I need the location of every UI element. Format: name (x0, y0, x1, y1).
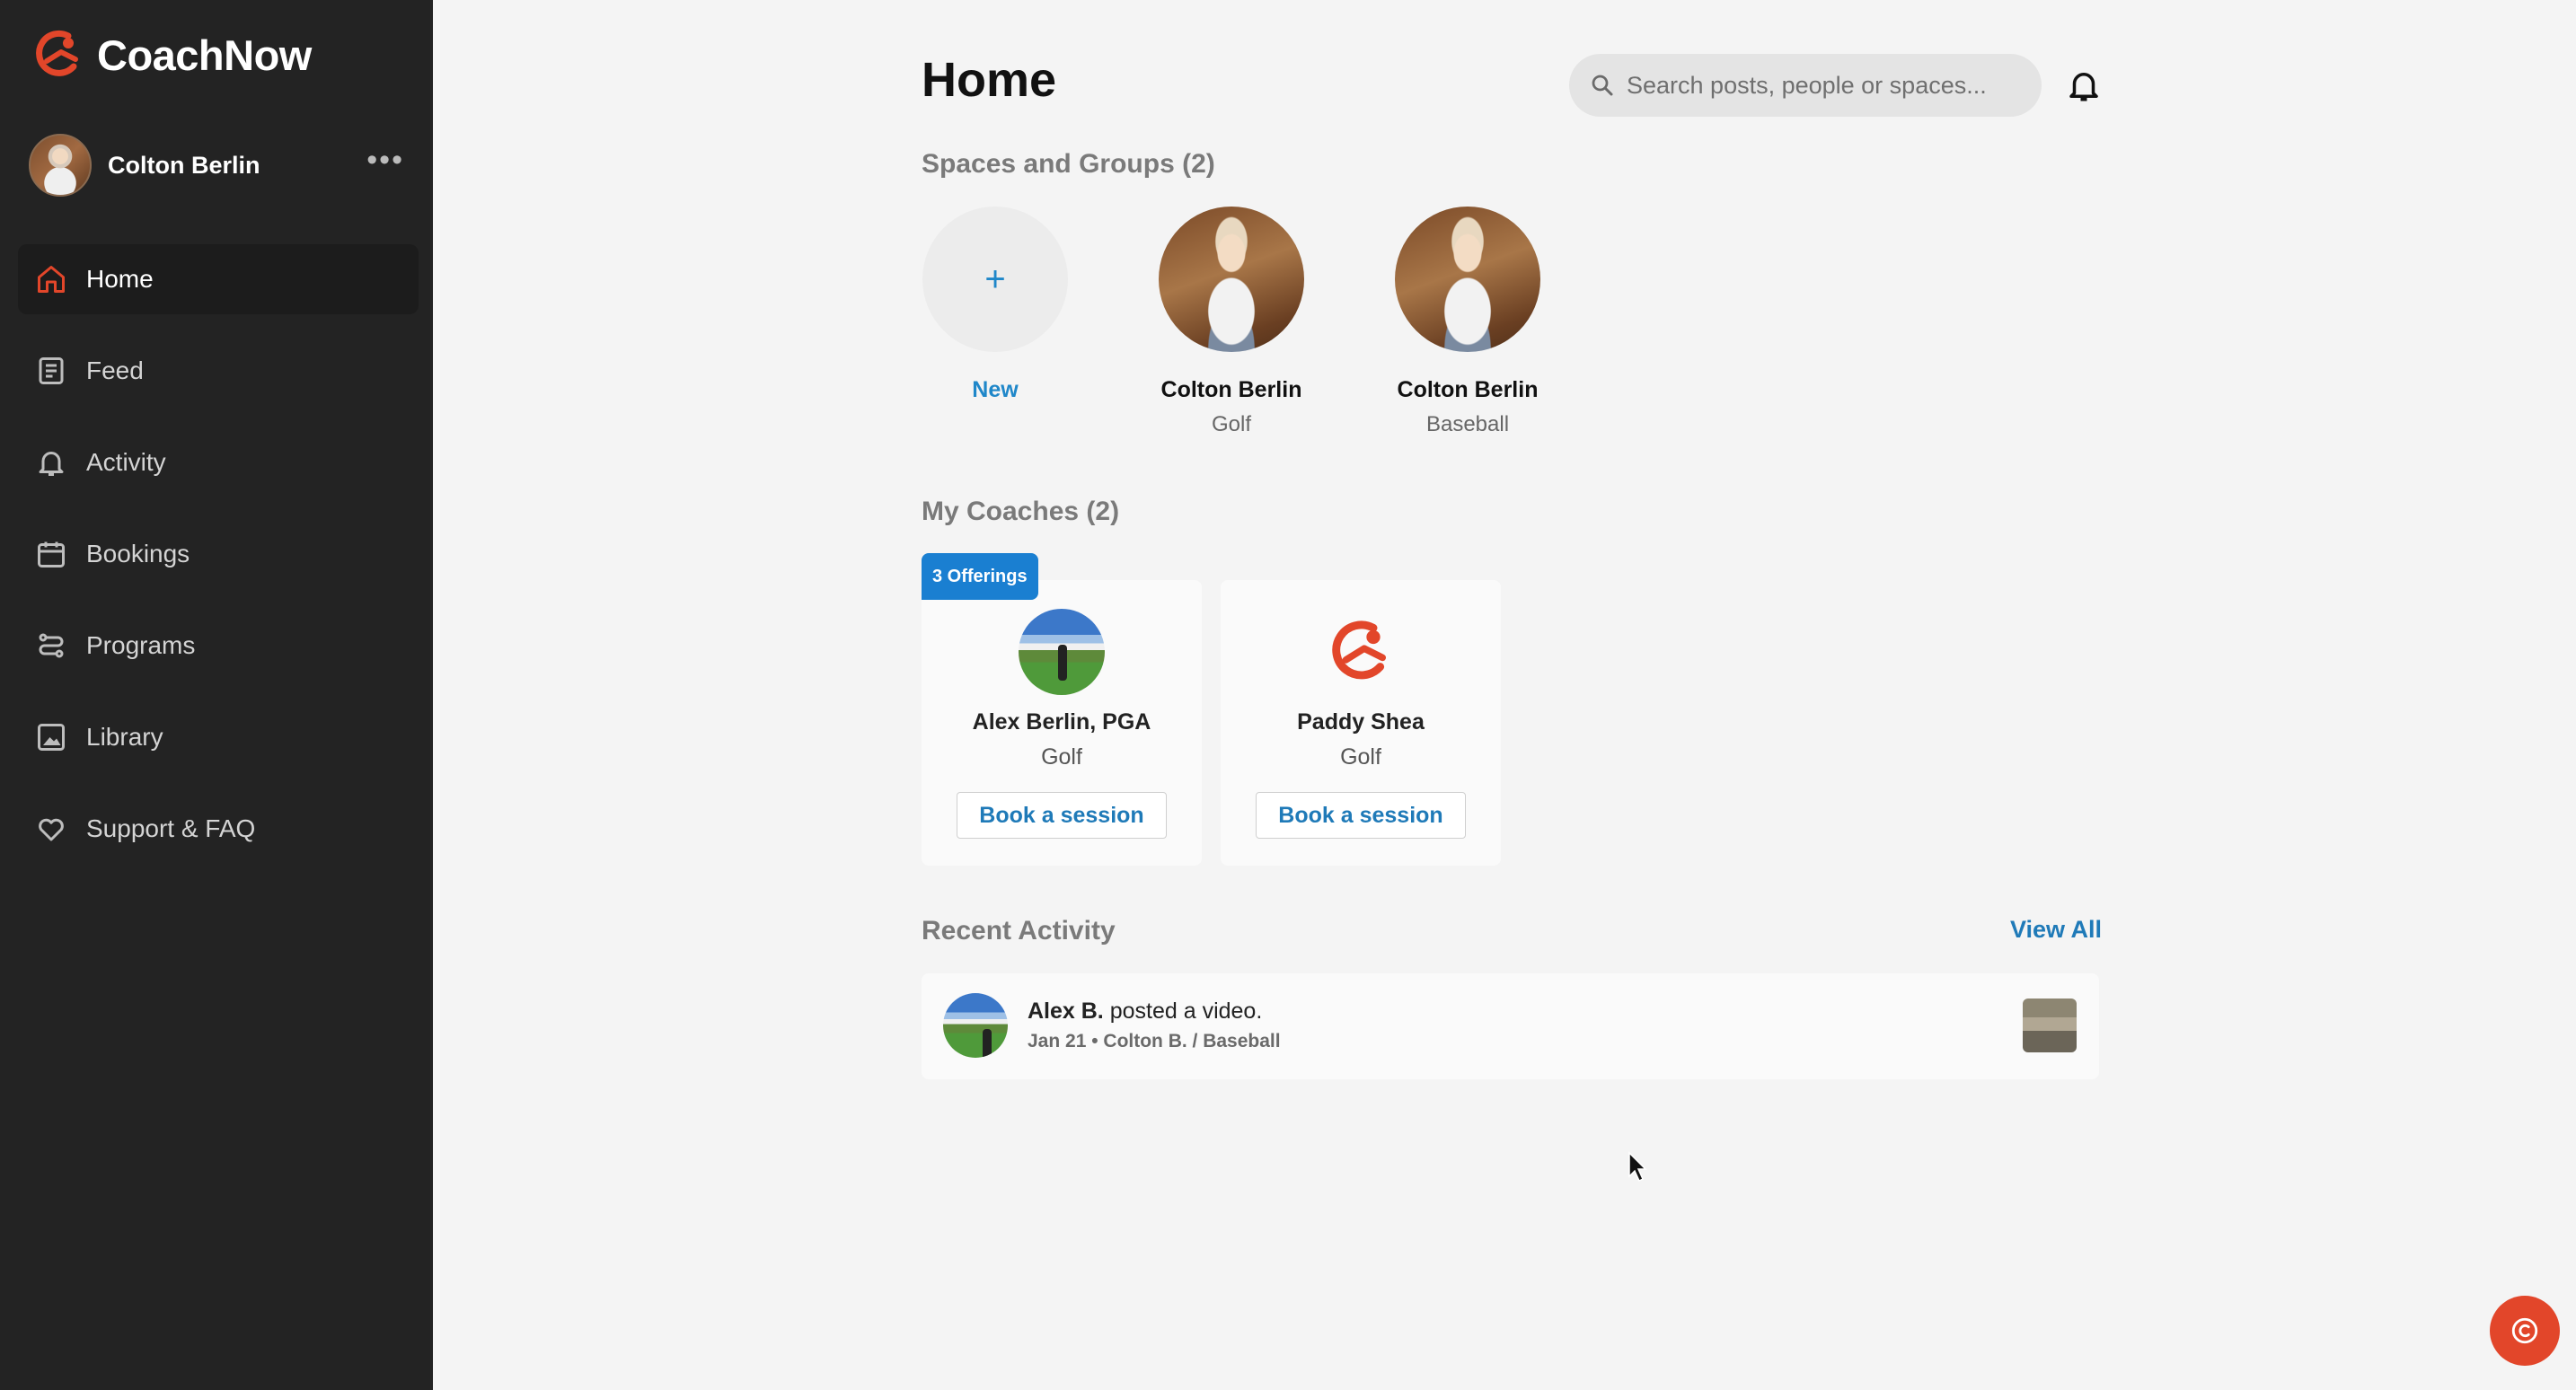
home-icon (34, 262, 68, 296)
offerings-badge[interactable]: 3 Offerings (922, 553, 1038, 600)
avatar (29, 134, 92, 197)
book-session-button[interactable]: Book a session (957, 792, 1167, 839)
space-sport: Golf (1211, 412, 1251, 436)
mouse-cursor-icon (1628, 1151, 1647, 1183)
sidebar-item-label: Support & FAQ (86, 814, 256, 842)
coach-name: Alex Berlin, PGA (972, 709, 1151, 735)
coach-card[interactable]: Paddy Shea Golf Book a session (1221, 580, 1501, 866)
coach-sport: Golf (1041, 744, 1082, 770)
search-icon (1592, 75, 1613, 96)
sidebar-item-label: Programs (86, 631, 196, 659)
view-all-link[interactable]: View All (2010, 916, 2102, 944)
sidebar-item-support[interactable]: Support & FAQ (18, 794, 419, 864)
space-name: Colton Berlin (1160, 377, 1302, 402)
more-options-icon[interactable]: ••• (366, 145, 404, 175)
space-sport: Baseball (1425, 412, 1510, 436)
space-name: Colton Berlin (1397, 377, 1539, 402)
activity-avatar (943, 993, 1008, 1058)
sidebar-item-home[interactable]: Home (18, 244, 419, 314)
video-thumbnail[interactable] (2023, 999, 2077, 1052)
activity-actor: Alex B. (1028, 999, 1104, 1024)
brand-name: CoachNow (97, 31, 312, 79)
space-item[interactable]: Colton Berlin Golf (1155, 207, 1308, 437)
sidebar: CoachNow Colton Berlin ••• Home Feed Act… (0, 0, 433, 1390)
sidebar-item-bookings[interactable]: Bookings (18, 519, 419, 589)
coach-card[interactable]: Alex Berlin, PGA Golf Book a session (922, 580, 1202, 866)
programs-icon (34, 629, 68, 663)
sidebar-item-label: Activity (86, 448, 166, 476)
bell-icon (34, 445, 68, 479)
new-space-button[interactable]: + New (919, 207, 1072, 403)
activity-title: Alex B. posted a video. (1028, 999, 1262, 1025)
sidebar-item-feed[interactable]: Feed (18, 336, 419, 406)
sidebar-item-library[interactable]: Library (18, 702, 419, 772)
page-title: Home (922, 53, 1057, 107)
coach-avatar (1019, 609, 1105, 695)
sidebar-item-label: Feed (86, 356, 144, 384)
activity-section-title: Recent Activity (922, 916, 1116, 946)
sidebar-item-activity[interactable]: Activity (18, 427, 419, 497)
heart-icon (34, 812, 68, 846)
search-input[interactable] (1625, 70, 2024, 101)
spaces-section-title: Spaces and Groups (2) (922, 149, 1215, 179)
plus-icon: + (922, 207, 1068, 352)
sidebar-item-label: Library (86, 723, 163, 751)
new-space-label: New (972, 377, 1019, 402)
profile-name: Colton Berlin (108, 151, 260, 179)
main-content: Home Spaces and Groups (2) + New Colton … (433, 0, 2576, 1390)
coaches-section-title: My Coaches (2) (922, 497, 1120, 526)
coach-name: Paddy Shea (1297, 709, 1425, 735)
sidebar-item-label: Bookings (86, 540, 190, 567)
feed-icon (34, 354, 68, 388)
coachnow-logo-icon (36, 30, 78, 76)
sidebar-item-programs[interactable]: Programs (18, 611, 419, 681)
space-item[interactable]: Colton Berlin Baseball (1391, 207, 1544, 437)
activity-item[interactable]: Alex B. posted a video. Jan 21 • Colton … (922, 973, 2099, 1079)
coach-sport: Golf (1340, 744, 1381, 770)
activity-meta: Jan 21 • Colton B. / Baseball (1028, 1031, 1281, 1051)
chat-support-button[interactable] (2490, 1296, 2560, 1366)
book-session-button[interactable]: Book a session (1256, 792, 1466, 839)
sidebar-item-label: Home (86, 265, 154, 293)
profile[interactable]: Colton Berlin ••• (29, 133, 404, 198)
brand[interactable]: CoachNow (29, 25, 312, 84)
search-bar[interactable] (1569, 54, 2042, 117)
coachnow-chat-icon (2511, 1317, 2538, 1344)
activity-action: posted a video. (1103, 999, 1263, 1024)
notifications-bell-icon[interactable] (2065, 66, 2103, 104)
image-icon (34, 720, 68, 754)
coachnow-logo-icon (1318, 609, 1404, 695)
calendar-icon (34, 537, 68, 571)
sidebar-nav: Home Feed Activity Bookings Programs Lib… (18, 244, 419, 885)
space-avatar (1159, 207, 1304, 352)
space-avatar (1395, 207, 1540, 352)
